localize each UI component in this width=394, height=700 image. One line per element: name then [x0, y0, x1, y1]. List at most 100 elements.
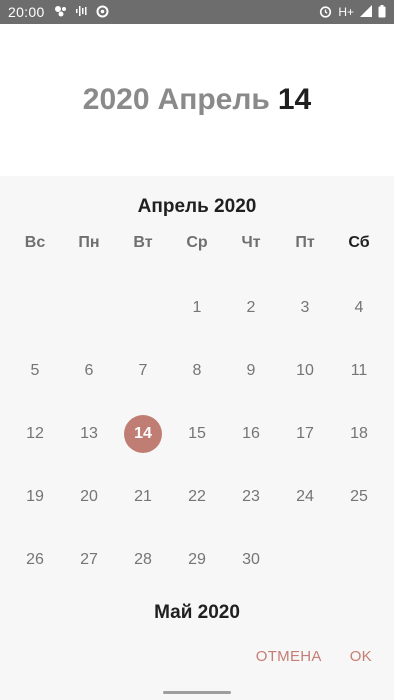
day-cell[interactable]: 10: [278, 339, 332, 402]
day-cell[interactable]: 9: [224, 339, 278, 402]
day-number: 29: [188, 550, 206, 568]
status-notification-icons: [54, 5, 109, 20]
signal-icon: [360, 5, 372, 19]
weekday-label: Сб: [348, 234, 370, 251]
weekday-label: Вс: [24, 234, 46, 251]
day-cell[interactable]: 1: [170, 276, 224, 339]
day-number: 11: [350, 361, 368, 379]
day-number: 18: [350, 424, 368, 442]
day-cell[interactable]: 15: [170, 402, 224, 465]
day-cell[interactable]: 2: [224, 276, 278, 339]
weekday-label: Пн: [78, 234, 100, 251]
day-number: [16, 289, 54, 327]
day-cell[interactable]: 13: [62, 402, 116, 465]
day-number: 30: [242, 550, 260, 568]
sync-icon: [96, 5, 109, 20]
weekday-label: Вт: [133, 234, 153, 251]
selected-date-title: 2020 Апрель 14: [83, 83, 311, 117]
day-number: 27: [80, 550, 98, 568]
day-number: 12: [26, 424, 44, 442]
day-cell[interactable]: 8: [170, 339, 224, 402]
day-number: [340, 541, 378, 579]
next-month-title: Май 2020: [154, 602, 240, 623]
day-cell[interactable]: 5: [8, 339, 62, 402]
day-cell[interactable]: 18: [332, 402, 386, 465]
day-cell[interactable]: 7: [116, 339, 170, 402]
day-cell[interactable]: 25: [332, 465, 386, 528]
day-cell[interactable]: 21: [116, 465, 170, 528]
day-cell[interactable]: 27: [62, 528, 116, 591]
day-number: [70, 289, 108, 327]
day-number: 13: [80, 424, 98, 442]
header-month: Апрель: [157, 83, 270, 116]
status-bar: 20:00 H+: [0, 0, 394, 24]
day-number: 23: [242, 487, 260, 505]
ok-button[interactable]: OK: [350, 648, 372, 665]
day-number: 1: [192, 298, 202, 316]
day-number: 4: [354, 298, 364, 316]
day-cell[interactable]: 24: [278, 465, 332, 528]
empty-day-cell: [116, 276, 170, 339]
navigation-bar: [0, 684, 394, 700]
day-number: 2: [246, 298, 256, 316]
day-number: 14: [124, 414, 162, 453]
weekday-label: Чт: [241, 234, 261, 251]
calendar-panel: Апрель 2020 Вс Пн Вт Ср Чт Пт Сб 1234567…: [0, 176, 394, 684]
date-picker-header: 2020 Апрель 14: [0, 24, 394, 176]
day-cell[interactable]: 12: [8, 402, 62, 465]
battery-icon: [378, 4, 386, 20]
dialog-actions: ОТМЕНА OK: [256, 648, 394, 665]
current-month-title: Апрель 2020: [137, 196, 257, 217]
day-number: 24: [296, 487, 314, 505]
day-number: 19: [26, 487, 44, 505]
day-cell[interactable]: 11: [332, 339, 386, 402]
day-number: 16: [242, 424, 260, 442]
empty-day-cell: [8, 276, 62, 339]
header-day: 14: [277, 83, 312, 116]
day-number: 9: [246, 361, 256, 379]
bubbles-icon: [54, 5, 68, 19]
day-number: 26: [26, 550, 44, 568]
day-cell[interactable]: 4: [332, 276, 386, 339]
day-number: 3: [300, 298, 310, 316]
day-cell[interactable]: 28: [116, 528, 170, 591]
weekday-label: Ср: [186, 234, 208, 251]
day-cell[interactable]: 17: [278, 402, 332, 465]
day-number: 28: [134, 550, 152, 568]
day-number: 6: [84, 361, 94, 379]
alarm-icon: [319, 5, 332, 20]
day-number: 21: [134, 487, 152, 505]
day-cell[interactable]: 23: [224, 465, 278, 528]
day-cell-selected[interactable]: 14: [116, 402, 170, 465]
status-system-icons: H+: [319, 4, 386, 20]
day-cell[interactable]: 30: [224, 528, 278, 591]
empty-day-cell: [62, 276, 116, 339]
day-cell[interactable]: 20: [62, 465, 116, 528]
day-cell[interactable]: 26: [8, 528, 62, 591]
weekday-label: Пт: [295, 234, 315, 251]
status-time: 20:00: [8, 4, 45, 20]
day-number: 8: [192, 361, 202, 379]
day-cell[interactable]: 16: [224, 402, 278, 465]
weekday-header-row: Вс Пн Вт Ср Чт Пт Сб: [8, 234, 386, 252]
day-cell[interactable]: 19: [8, 465, 62, 528]
header-year[interactable]: 2020: [83, 83, 150, 117]
empty-day-cell: [278, 528, 332, 591]
day-cell[interactable]: 6: [62, 339, 116, 402]
gesture-handle[interactable]: [163, 691, 231, 694]
day-cell[interactable]: 29: [170, 528, 224, 591]
day-number: 20: [80, 487, 98, 505]
day-cell[interactable]: 3: [278, 276, 332, 339]
network-type: H+: [338, 5, 354, 19]
days-grid: 1 2 3 4 5 6 7 8 9 10 11 12 13 14 15 16 17 18 19 20 21 22 23 24 2…: [8, 276, 386, 591]
day-cell[interactable]: 22: [170, 465, 224, 528]
day-number: 25: [350, 487, 368, 505]
cancel-button[interactable]: ОТМЕНА: [256, 648, 322, 665]
day-number: 22: [188, 487, 206, 505]
day-number: 7: [138, 361, 148, 379]
voicemail-wave-icon: [75, 5, 89, 19]
day-number: 15: [188, 424, 206, 442]
day-number: 17: [296, 424, 314, 442]
day-number: [286, 541, 324, 579]
day-number: 10: [296, 361, 314, 379]
